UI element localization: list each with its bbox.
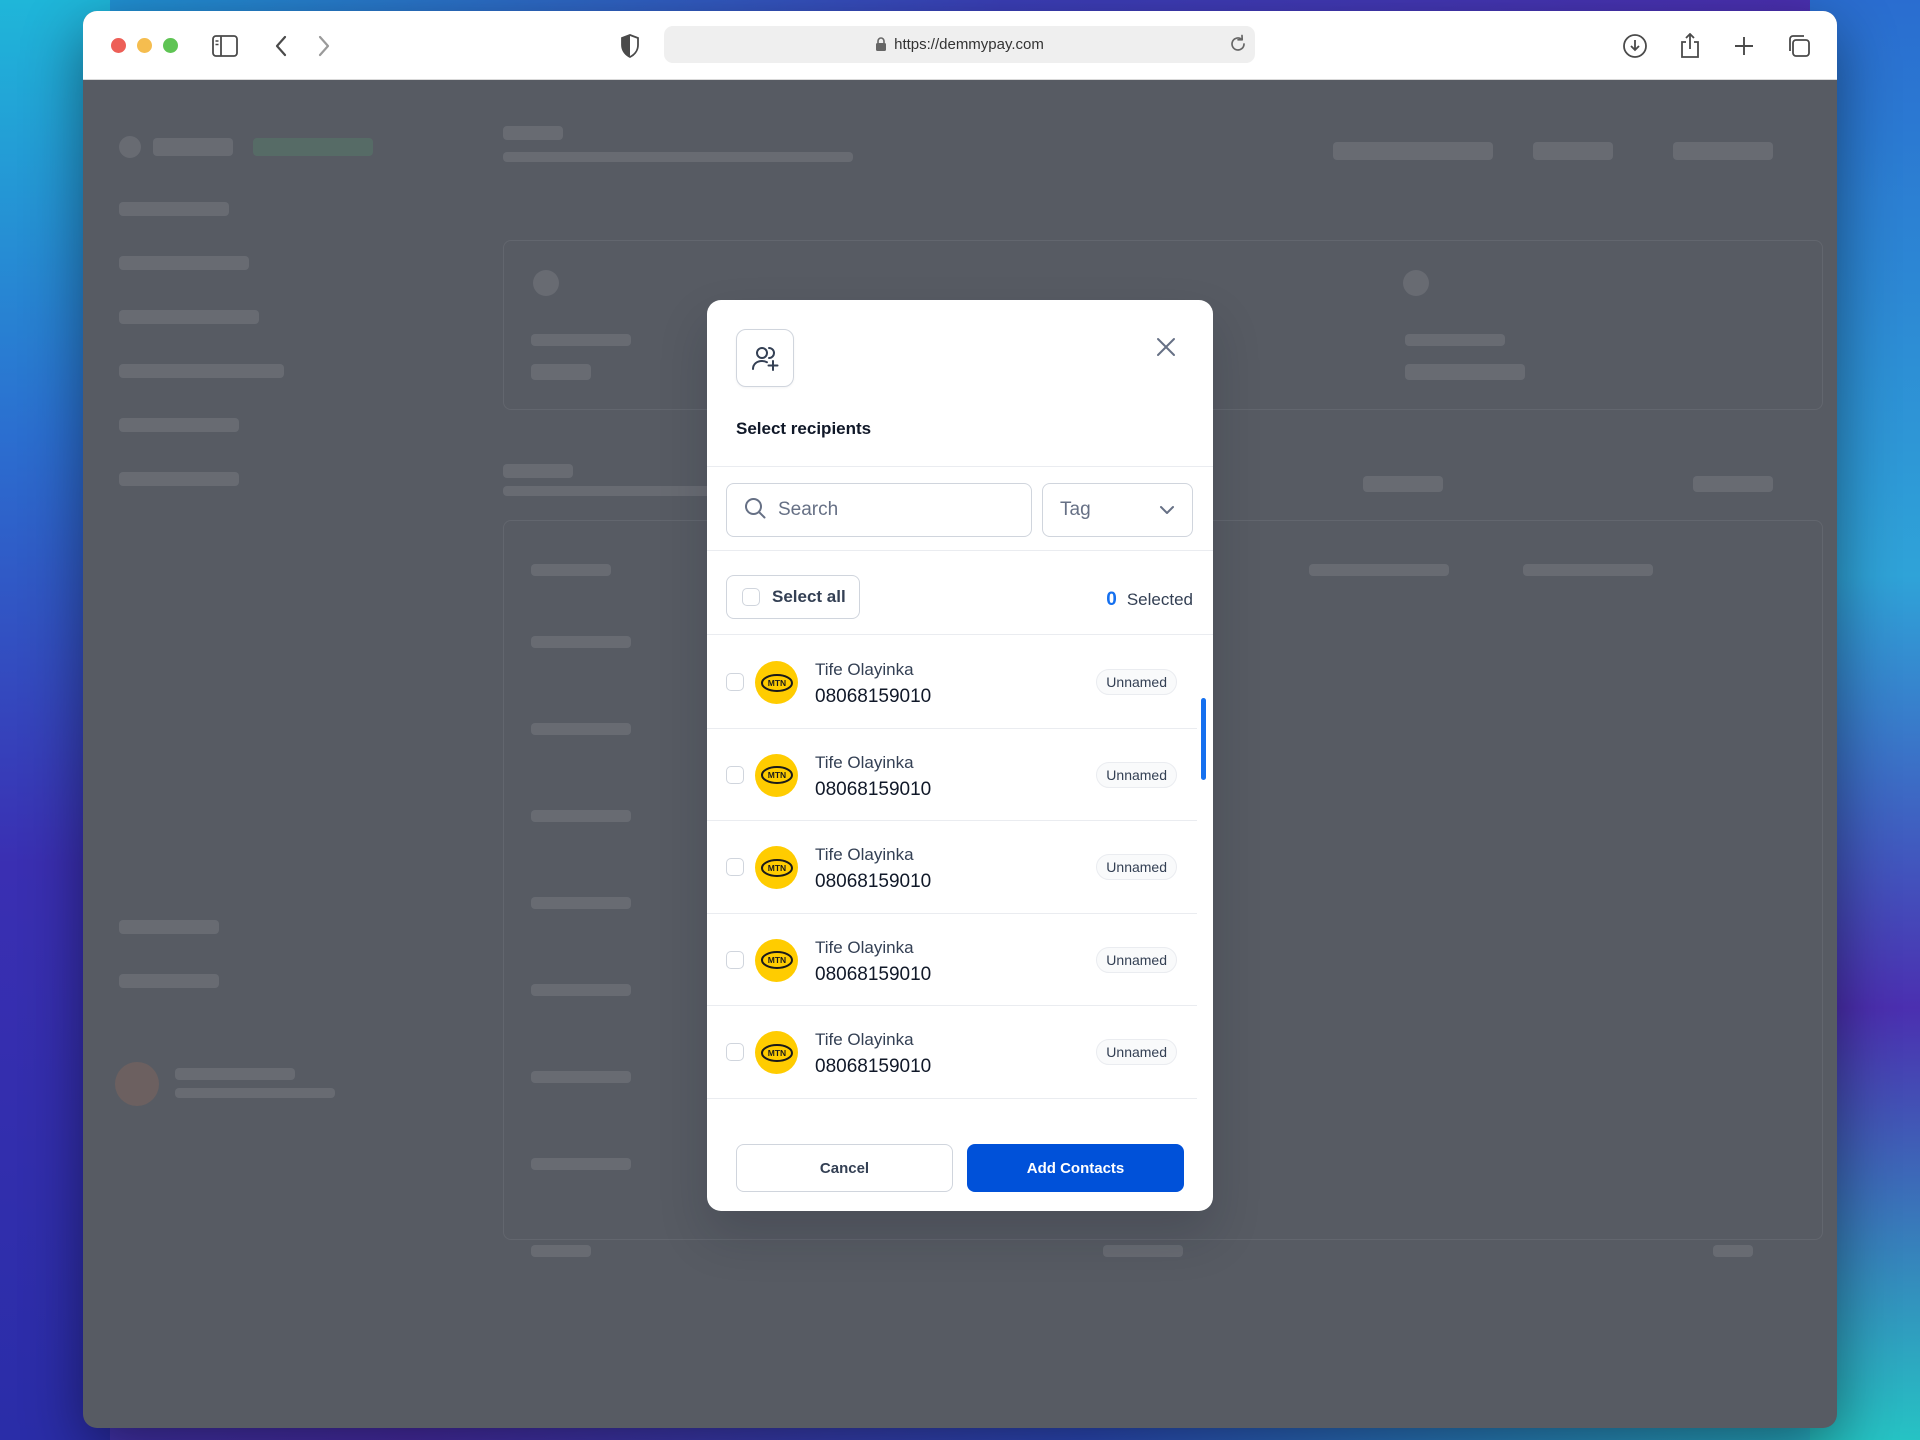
- close-window-button[interactable]: [111, 37, 126, 53]
- list-scrollbar[interactable]: [1201, 698, 1206, 780]
- recipient-checkbox[interactable]: [726, 765, 744, 784]
- cancel-button[interactable]: Cancel: [736, 1144, 953, 1192]
- recipient-tag-badge: Unnamed: [1096, 854, 1177, 880]
- recipient-phone: 08068159010: [815, 778, 932, 800]
- search-input[interactable]: [778, 499, 998, 521]
- recipient-tag-badge: Unnamed: [1096, 669, 1177, 695]
- select-recipients-modal: Select recipients Tag Select all: [707, 300, 1213, 1211]
- recipient-item[interactable]: MTN Tife Olayinka 08068159010 Unnamed: [707, 821, 1197, 914]
- filter-bar: Tag: [707, 467, 1213, 551]
- zoom-window-button[interactable]: [163, 37, 178, 53]
- recipient-item[interactable]: MTN Tife Olayinka 08068159010 Unnamed: [707, 914, 1197, 1006]
- modal-title: Select recipients: [736, 419, 872, 438]
- recipient-name: Tife Olayinka: [815, 937, 914, 957]
- tab-overview-icon[interactable]: [1785, 32, 1813, 60]
- user-plus-icon: [736, 329, 794, 387]
- selected-count-number: 0: [1106, 589, 1117, 610]
- recipient-name: Tife Olayinka: [815, 845, 914, 864]
- svg-text:MTN: MTN: [767, 955, 785, 965]
- minimize-window-button[interactable]: [137, 37, 152, 53]
- recipient-item[interactable]: MTN Tife Olayinka 08068159010 Unnamed: [707, 636, 1197, 729]
- share-icon[interactable]: [1676, 32, 1704, 60]
- add-contacts-button[interactable]: Add Contacts: [967, 1144, 1184, 1192]
- svg-text:MTN: MTN: [767, 1048, 785, 1058]
- address-bar[interactable]: https://demmypay.com: [664, 26, 1255, 63]
- recipient-item[interactable]: MTN Tife Olayinka 08068159010 Unnamed: [707, 1006, 1197, 1099]
- recipient-tag-badge: Unnamed: [1096, 761, 1177, 788]
- browser-window: https://demmypay.com Select recipients S…: [83, 11, 1837, 1428]
- select-all-label: Select all: [772, 587, 846, 606]
- recipient-phone: 08068159010: [815, 686, 932, 707]
- recipient-phone: 08068159010: [815, 871, 932, 892]
- search-box[interactable]: [726, 483, 1032, 537]
- selected-count-label: Selected: [1126, 590, 1193, 609]
- window-controls: [111, 37, 178, 53]
- tag-dropdown-label: Tag: [1060, 499, 1091, 520]
- recipient-list[interactable]: MTN Tife Olayinka 08068159010 Unnamed MT…: [707, 636, 1213, 1107]
- selection-bar: Select all 0 Selected: [707, 551, 1213, 635]
- reload-icon[interactable]: [1229, 34, 1247, 58]
- recipient-checkbox[interactable]: [726, 1043, 744, 1061]
- selected-count: 0 Selected: [1106, 589, 1193, 611]
- new-tab-icon[interactable]: [1730, 32, 1758, 60]
- forward-icon[interactable]: [310, 32, 338, 60]
- recipient-item[interactable]: MTN Tife Olayinka 08068159010 Unnamed: [707, 729, 1197, 821]
- recipient-name: Tife Olayinka: [815, 1030, 914, 1049]
- recipient-name: Tife Olayinka: [815, 660, 914, 679]
- download-icon[interactable]: [1621, 32, 1649, 60]
- mtn-logo-icon: MTN: [755, 938, 798, 982]
- tag-dropdown[interactable]: Tag: [1042, 483, 1193, 537]
- svg-text:MTN: MTN: [767, 770, 785, 780]
- select-all-button[interactable]: Select all: [726, 575, 860, 619]
- modal-header: Select recipients: [707, 300, 1213, 467]
- recipient-phone: 08068159010: [815, 1056, 932, 1077]
- address-url: https://demmypay.com: [894, 36, 1044, 53]
- recipient-phone: 08068159010: [815, 963, 932, 985]
- mtn-logo-icon: MTN: [755, 846, 798, 889]
- search-icon: [744, 497, 766, 524]
- mtn-logo-icon: MTN: [755, 661, 798, 704]
- mtn-logo-icon: MTN: [755, 753, 798, 797]
- chevron-down-icon: [1159, 499, 1175, 521]
- privacy-shield-icon[interactable]: [616, 32, 644, 60]
- recipient-checkbox[interactable]: [726, 673, 744, 691]
- sidebar-toggle-icon[interactable]: [211, 32, 239, 60]
- svg-text:MTN: MTN: [767, 863, 785, 873]
- recipient-tag-badge: Unnamed: [1096, 946, 1177, 973]
- svg-text:MTN: MTN: [767, 678, 785, 688]
- recipient-checkbox[interactable]: [726, 950, 744, 969]
- recipient-tag-badge: Unnamed: [1096, 1039, 1177, 1065]
- close-icon[interactable]: [1153, 334, 1179, 360]
- recipient-name: Tife Olayinka: [815, 752, 914, 772]
- lock-icon: [875, 37, 887, 52]
- mtn-logo-icon: MTN: [755, 1031, 798, 1074]
- browser-toolbar: https://demmypay.com: [83, 11, 1837, 80]
- recipient-checkbox[interactable]: [726, 858, 744, 876]
- back-icon[interactable]: [267, 32, 295, 60]
- select-all-checkbox[interactable]: [742, 588, 760, 606]
